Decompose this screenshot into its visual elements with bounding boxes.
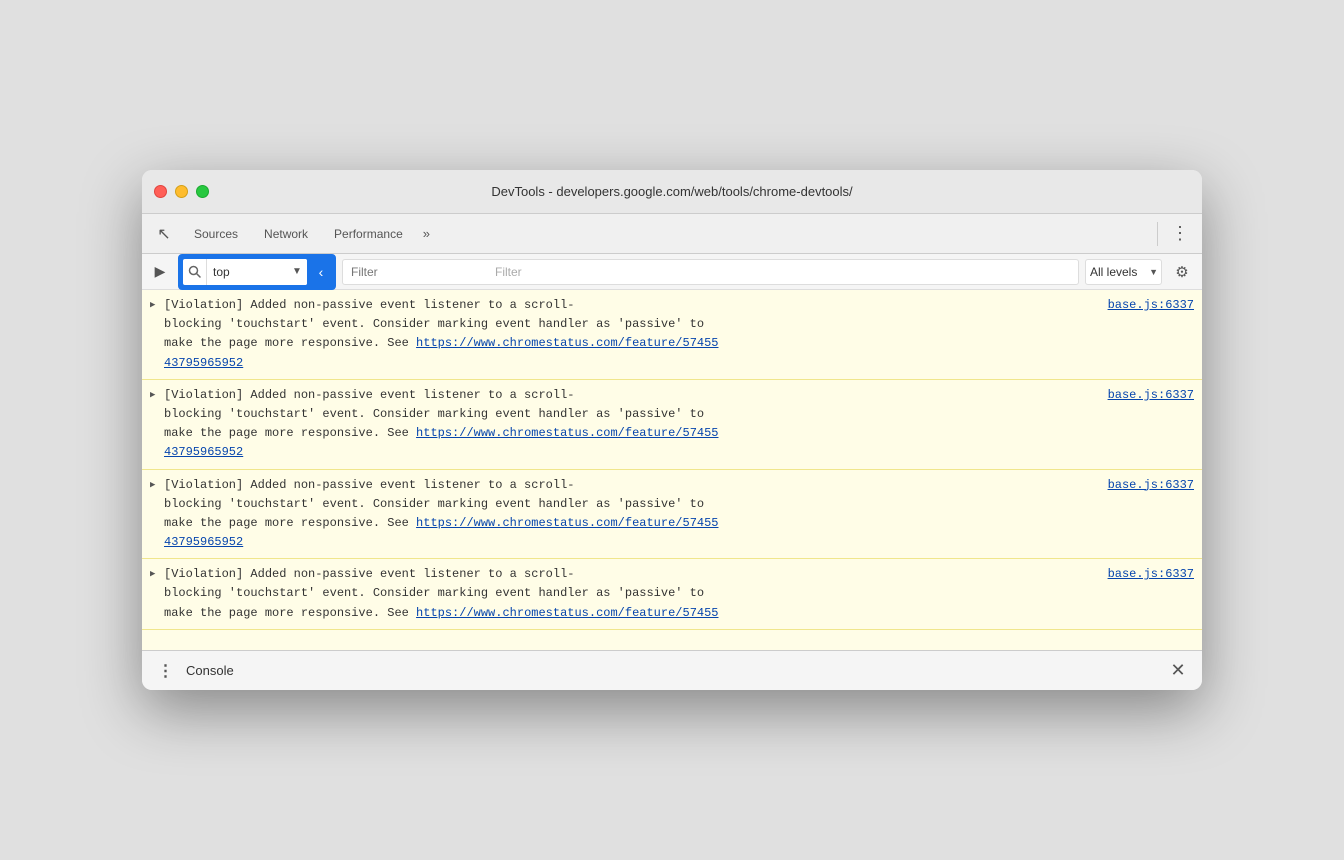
log-link-cont[interactable]: 43795965952	[164, 356, 243, 370]
tab-network[interactable]: Network	[252, 223, 320, 245]
inspector-icon: ↖	[157, 224, 170, 244]
log-link[interactable]: https://www.chromestatus.com/feature/574…	[416, 606, 718, 620]
log-text-line3: make the page more responsive. See https…	[164, 424, 1194, 443]
log-text-line1: [Violation] Added non-passive event list…	[164, 565, 1194, 584]
context-select[interactable]: top	[207, 259, 287, 285]
run-icon: ▶	[155, 263, 166, 280]
title-bar: DevTools - developers.google.com/web/too…	[142, 170, 1202, 214]
devtools-window: DevTools - developers.google.com/web/too…	[142, 170, 1202, 690]
log-entry: base.js:6337 [Violation] Added non-passi…	[142, 380, 1202, 470]
log-text-line3: make the page more responsive. See https…	[164, 514, 1194, 533]
log-text-line2: blocking 'touchstart' event. Consider ma…	[164, 584, 1194, 603]
devtools-menu-button[interactable]: ⋮	[1166, 220, 1194, 248]
inspector-button[interactable]: ↖	[150, 220, 178, 248]
tab-sources[interactable]: Sources	[182, 223, 250, 245]
log-source-link[interactable]: base.js:6337	[1108, 296, 1194, 315]
toolbar-tabs: Sources Network Performance »	[182, 222, 1149, 245]
devtools-toolbar: ↖ Sources Network Performance » ⋮	[142, 214, 1202, 254]
bottom-title: Console	[186, 663, 234, 678]
log-link[interactable]: https://www.chromestatus.com/feature/574…	[416, 516, 718, 530]
dropdown-arrow-icon[interactable]: ▼	[287, 259, 307, 285]
search-icon	[183, 259, 207, 285]
context-selector-inner: top ▼	[183, 259, 307, 285]
log-text-line4: 43795965952	[164, 354, 1194, 373]
bottom-bar: ⋮ Console ✕	[142, 650, 1202, 690]
log-source-link[interactable]: base.js:6337	[1108, 565, 1194, 584]
settings-icon: ⚙	[1175, 263, 1188, 281]
console-settings-button[interactable]: ⚙	[1168, 258, 1196, 286]
log-entry: base.js:6337 [Violation] Added non-passi…	[142, 559, 1202, 630]
log-level-wrapper: All levels Verbose Info Warnings Errors …	[1085, 259, 1162, 285]
log-level-select[interactable]: All levels Verbose Info Warnings Errors	[1085, 259, 1162, 285]
bottom-menu-icon[interactable]: ⋮	[154, 659, 178, 683]
log-entry: base.js:6337 [Violation] Added non-passi…	[142, 290, 1202, 380]
log-text-line2: blocking 'touchstart' event. Consider ma…	[164, 405, 1194, 424]
log-link[interactable]: https://www.chromestatus.com/feature/574…	[416, 336, 718, 350]
maximize-button[interactable]	[196, 185, 209, 198]
more-tabs-button[interactable]: »	[417, 222, 436, 245]
close-icon: ✕	[1170, 660, 1185, 681]
minimize-button[interactable]	[175, 185, 188, 198]
log-link-cont[interactable]: 43795965952	[164, 535, 243, 549]
nav-prev-icon[interactable]: ‹	[311, 260, 331, 284]
log-text-line2: blocking 'touchstart' event. Consider ma…	[164, 495, 1194, 514]
divider	[1157, 222, 1158, 246]
window-title: DevTools - developers.google.com/web/too…	[491, 184, 852, 199]
log-text-line3: make the page more responsive. See https…	[164, 604, 1194, 623]
log-text-line1: [Violation] Added non-passive event list…	[164, 386, 1194, 405]
log-source-link[interactable]: base.js:6337	[1108, 476, 1194, 495]
log-text-line4: 43795965952	[164, 533, 1194, 552]
log-text-line1: [Violation] Added non-passive event list…	[164, 476, 1194, 495]
close-button[interactable]	[154, 185, 167, 198]
context-selector-wrapper[interactable]: top ▼ ‹	[178, 254, 336, 290]
tab-performance[interactable]: Performance	[322, 223, 415, 245]
log-entry: base.js:6337 [Violation] Added non-passi…	[142, 470, 1202, 560]
three-dots-icon: ⋮	[158, 661, 175, 681]
console-content: base.js:6337 [Violation] Added non-passi…	[142, 290, 1202, 650]
run-button[interactable]: ▶	[148, 260, 172, 284]
log-source-link[interactable]: base.js:6337	[1108, 386, 1194, 405]
log-text-line4: 43795965952	[164, 443, 1194, 462]
log-text-line1: [Violation] Added non-passive event list…	[164, 296, 1194, 315]
log-link[interactable]: https://www.chromestatus.com/feature/574…	[416, 426, 718, 440]
log-text-line2: blocking 'touchstart' event. Consider ma…	[164, 315, 1194, 334]
log-link-cont[interactable]: 43795965952	[164, 445, 243, 459]
filter-input[interactable]	[342, 259, 1079, 285]
close-console-button[interactable]: ✕	[1166, 659, 1190, 683]
log-text-line3: make the page more responsive. See https…	[164, 334, 1194, 353]
traffic-lights	[154, 185, 209, 198]
console-toolbar: ▶ top ▼ ‹ Filter All level	[142, 254, 1202, 290]
